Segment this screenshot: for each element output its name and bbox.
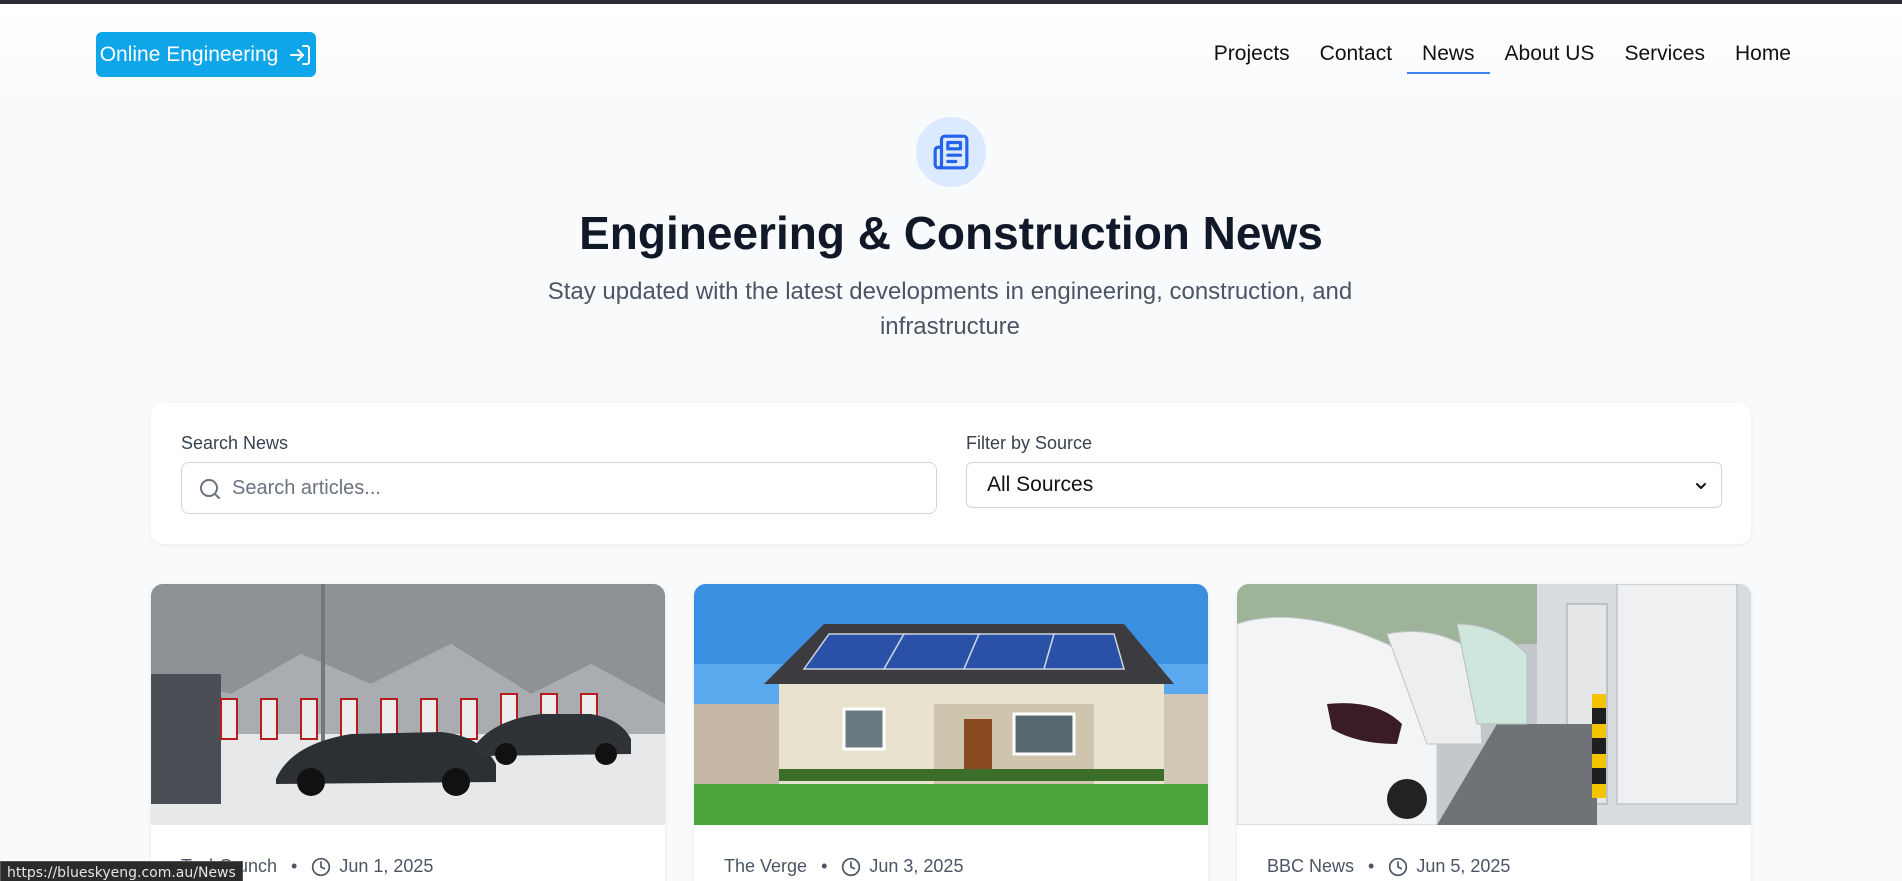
nav-services[interactable]: Services xyxy=(1609,40,1720,74)
search-field[interactable] xyxy=(181,462,937,514)
search-label: Search News xyxy=(181,433,289,453)
article-date: Jun 5, 2025 xyxy=(1416,856,1511,876)
nav-home[interactable]: Home xyxy=(1720,40,1806,74)
sign-in-icon xyxy=(290,44,311,65)
news-card[interactable]: BBC News • Jun 5, 2025 xyxy=(1237,584,1751,881)
clock-icon xyxy=(312,857,331,876)
news-card[interactable]: TechCrunch • Jun 1, 2025 xyxy=(151,584,665,881)
filter-panel: Search News Filter by Source All Sources xyxy=(151,403,1751,544)
news-card[interactable]: The Verge • Jun 3, 2025 xyxy=(694,584,1208,881)
source-selected-value: All Sources xyxy=(987,473,1094,496)
source-select[interactable]: All Sources xyxy=(966,462,1722,508)
search-icon xyxy=(200,479,220,499)
clock-icon xyxy=(842,857,861,876)
article-date: Jun 1, 2025 xyxy=(339,856,434,876)
article-image-snowy-charging xyxy=(151,584,665,825)
nav-projects[interactable]: Projects xyxy=(1199,40,1305,74)
article-date: Jun 3, 2025 xyxy=(869,856,964,876)
page-subtitle: Stay updated with the latest development… xyxy=(547,278,1353,340)
article-meta: BBC News • Jun 5, 2025 xyxy=(1267,856,1511,876)
nav-contact[interactable]: Contact xyxy=(1305,40,1407,74)
nav-about-us[interactable]: About US xyxy=(1490,40,1610,74)
source-filter-label: Filter by Source xyxy=(966,433,1093,453)
hero-icon-badge xyxy=(916,117,986,187)
nav-news[interactable]: News xyxy=(1407,40,1490,74)
chevron-down-icon xyxy=(1696,483,1706,489)
site-header: Online Engineering Projects Contact News… xyxy=(0,4,1902,108)
newspaper-icon xyxy=(933,134,969,170)
search-input[interactable] xyxy=(232,463,922,513)
article-source: BBC News xyxy=(1267,856,1355,876)
brand-label: Online Engineering xyxy=(99,42,279,66)
article-image-ev-charging xyxy=(1237,584,1751,825)
link-status-tooltip: https://blueskyeng.com.au/News xyxy=(0,861,243,881)
clock-icon xyxy=(1389,857,1408,876)
article-image-solar-house xyxy=(694,584,1208,825)
online-engineering-button[interactable]: Online Engineering xyxy=(96,32,316,77)
article-source: The Verge xyxy=(724,856,808,876)
article-meta: The Verge • Jun 3, 2025 xyxy=(724,856,964,876)
main-nav: Projects Contact News About US Services … xyxy=(1199,40,1806,74)
page-title: Engineering & Construction News xyxy=(579,207,1323,259)
